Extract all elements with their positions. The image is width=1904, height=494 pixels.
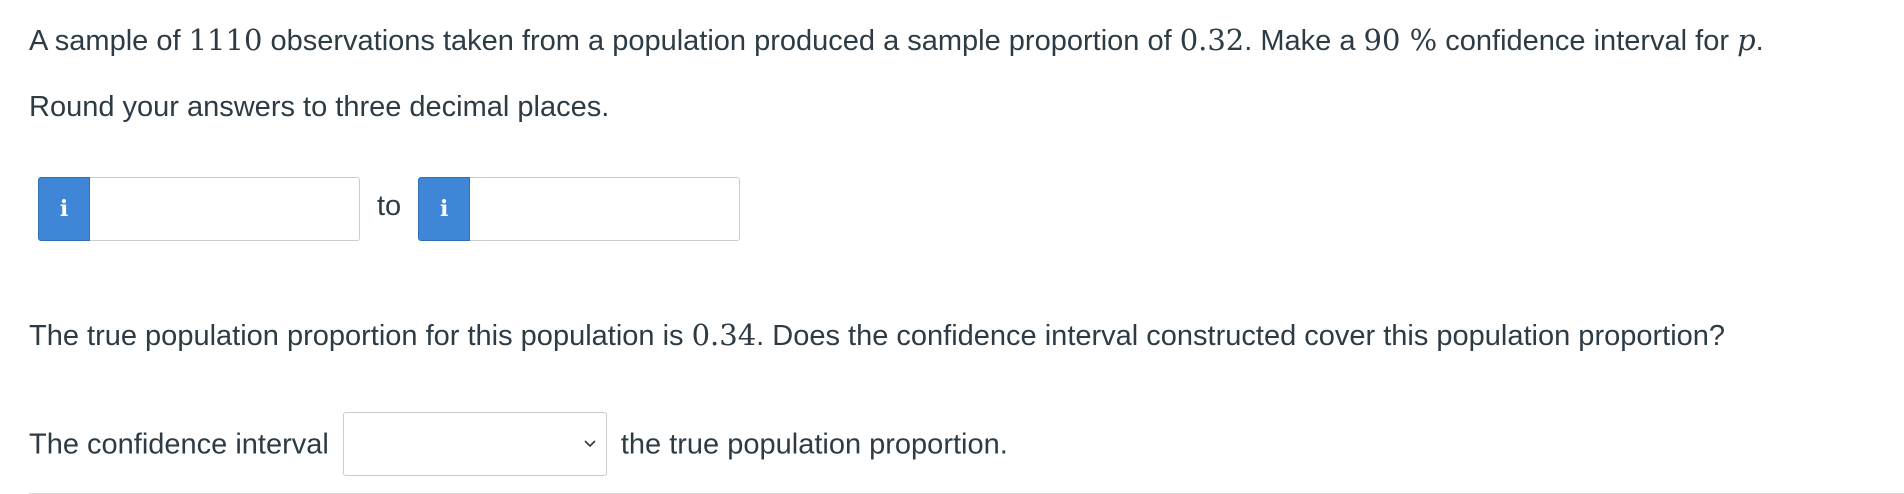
- sample-proportion: 0.32: [1179, 23, 1245, 57]
- info-icon[interactable]: i: [418, 177, 471, 241]
- cover-select[interactable]: [342, 412, 607, 476]
- answer-sentence: The confidence interval the true populati…: [29, 412, 1008, 478]
- true-proportion: 0.34: [691, 318, 757, 352]
- answer-prefix: The confidence interval: [29, 428, 329, 461]
- rounding-instructions: Round your answers to three decimal plac…: [29, 91, 610, 123]
- question-text: A sample of 1110 observations taken from…: [29, 20, 1764, 61]
- question-mid: observations taken from a population pro…: [262, 25, 1180, 57]
- question-prefix: A sample of: [29, 25, 189, 57]
- question-end: .: [1755, 25, 1764, 57]
- interval-answer-row: i to i: [38, 177, 741, 241]
- followup-suffix: . Does the confidence interval construct…: [756, 320, 1726, 352]
- info-icon[interactable]: i: [38, 177, 90, 241]
- lower-bound-input[interactable]: [90, 177, 360, 241]
- cover-select-wrapper: [342, 412, 607, 476]
- question-page: A sample of 1110 observations taken from…: [0, 0, 1904, 494]
- parameter-p: p: [1737, 23, 1756, 57]
- answer-suffix: the true population proportion.: [620, 428, 1008, 461]
- percent-sign: %: [1400, 23, 1438, 57]
- sample-size: 1110: [188, 23, 263, 57]
- upper-bound-input[interactable]: [470, 177, 741, 241]
- question-suffix: confidence interval for: [1437, 25, 1738, 57]
- upper-bound-field: i: [418, 177, 741, 241]
- lower-bound-field: i: [38, 177, 360, 241]
- followup-prefix: The true population proportion for this …: [29, 320, 692, 352]
- to-label: to: [377, 189, 402, 222]
- followup-question: The true population proportion for this …: [29, 315, 1725, 356]
- confidence-level: 90: [1363, 23, 1401, 57]
- chevron-down-icon: [584, 440, 596, 448]
- question-mid2: . Make a: [1244, 25, 1364, 57]
